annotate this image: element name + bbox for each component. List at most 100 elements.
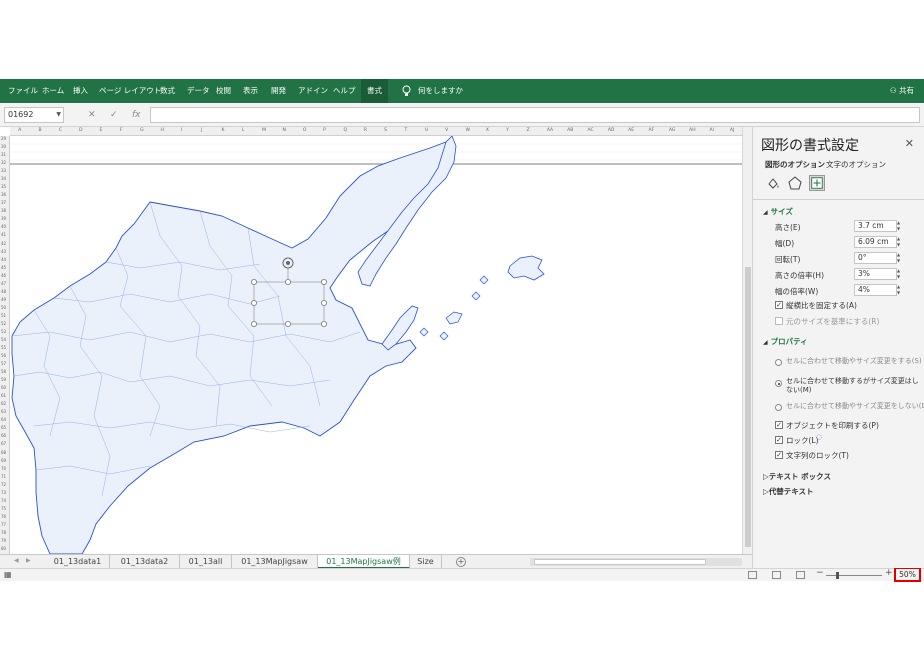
row-header[interactable]: 76 bbox=[1, 514, 6, 519]
column-header[interactable]: N bbox=[283, 128, 286, 133]
row-header[interactable]: 59 bbox=[1, 377, 6, 382]
insert-function-icon[interactable]: fx bbox=[132, 107, 141, 123]
row-header[interactable]: 51 bbox=[1, 313, 6, 318]
hscroll-thumb[interactable] bbox=[534, 559, 706, 565]
vertical-scrollbar[interactable] bbox=[742, 127, 752, 554]
row-header[interactable]: 47 bbox=[1, 281, 6, 286]
row-header[interactable]: 68 bbox=[1, 450, 6, 455]
row-header[interactable]: 53 bbox=[1, 329, 6, 334]
column-header[interactable]: S bbox=[384, 128, 387, 133]
row-header[interactable]: 69 bbox=[1, 458, 6, 463]
scale-width-spinner[interactable]: ▲ ▼ bbox=[897, 284, 903, 296]
row-header[interactable]: 57 bbox=[1, 361, 6, 366]
name-box[interactable]: 01692 ▼ bbox=[4, 107, 64, 123]
add-sheet-button[interactable]: + bbox=[456, 557, 466, 567]
row-header[interactable]: 78 bbox=[1, 530, 6, 535]
column-header[interactable]: AG bbox=[669, 128, 676, 133]
row-header[interactable]: 46 bbox=[1, 273, 6, 278]
print-object-checkbox[interactable]: ✓ bbox=[775, 421, 783, 429]
zoom-percentage[interactable]: 50% bbox=[894, 567, 921, 582]
row-header[interactable]: 71 bbox=[1, 474, 6, 479]
column-header[interactable]: D bbox=[79, 128, 82, 133]
tab-addins[interactable]: アドイン bbox=[298, 79, 328, 103]
width-spinner[interactable]: ▲ ▼ bbox=[897, 236, 903, 248]
row-header[interactable]: 42 bbox=[1, 241, 6, 246]
sheet-tab-all[interactable]: 01_13all bbox=[180, 555, 232, 569]
row-header[interactable]: 63 bbox=[1, 409, 6, 414]
column-header[interactable]: AB bbox=[567, 128, 573, 133]
column-header[interactable]: AI bbox=[710, 128, 714, 133]
scale-height-spinner[interactable]: ▲ ▼ bbox=[897, 268, 903, 280]
sheet-tab-data1[interactable]: 01_13data1 bbox=[46, 555, 110, 569]
share-button[interactable]: ⚇ 共有 bbox=[890, 79, 914, 103]
properties-section-header[interactable]: ◢ プロパティ bbox=[763, 336, 808, 347]
relative-original-checkbox[interactable] bbox=[775, 317, 783, 325]
row-header[interactable]: 33 bbox=[1, 168, 6, 173]
column-header[interactable]: AJ bbox=[730, 128, 734, 133]
normal-view-icon[interactable] bbox=[748, 571, 757, 579]
column-header[interactable]: P bbox=[323, 128, 326, 133]
row-header[interactable]: 62 bbox=[1, 401, 6, 406]
tab-data[interactable]: データ bbox=[187, 79, 210, 103]
row-header[interactable]: 54 bbox=[1, 337, 6, 342]
column-header[interactable]: O bbox=[303, 128, 307, 133]
zoom-slider[interactable] bbox=[826, 575, 882, 576]
sheet-tab-size[interactable]: Size bbox=[410, 555, 442, 569]
row-header[interactable]: 75 bbox=[1, 506, 6, 511]
move-size-radio[interactable] bbox=[775, 359, 782, 366]
column-header[interactable]: F bbox=[120, 128, 123, 133]
column-header[interactable]: AE bbox=[628, 128, 634, 133]
tab-file[interactable]: ファイル bbox=[8, 79, 38, 103]
tell-me-search[interactable]: 何をしますか bbox=[418, 79, 463, 103]
tab-view[interactable]: 表示 bbox=[243, 79, 258, 103]
row-header[interactable]: 35 bbox=[1, 184, 6, 189]
zoom-in-button[interactable]: + bbox=[885, 568, 893, 578]
row-header[interactable]: 77 bbox=[1, 522, 6, 527]
worksheet-grid[interactable]: A B C D E F G H I J K L M N O P Q R S T U V W X Y Z AA AB AC AD AE AF AG… bbox=[0, 127, 752, 554]
row-header[interactable]: 40 bbox=[1, 224, 6, 229]
locked-checkbox[interactable]: ✓ bbox=[775, 436, 783, 444]
column-header[interactable]: AA bbox=[547, 128, 553, 133]
sheet-next-icon[interactable]: ▶ bbox=[26, 557, 31, 564]
column-header[interactable]: Y bbox=[506, 128, 509, 133]
column-header[interactable]: M bbox=[262, 128, 266, 133]
scale-width-input[interactable]: 4% bbox=[854, 284, 897, 296]
no-move-radio[interactable] bbox=[775, 404, 782, 411]
row-header[interactable]: 50 bbox=[1, 305, 6, 310]
row-header[interactable]: 56 bbox=[1, 353, 6, 358]
tab-review[interactable]: 校閲 bbox=[216, 79, 231, 103]
close-icon[interactable]: ✕ bbox=[905, 137, 914, 150]
tab-developer[interactable]: 開発 bbox=[271, 79, 286, 103]
size-section-header[interactable]: ◢ サイズ bbox=[763, 206, 793, 217]
info-icon[interactable]: ◌ bbox=[816, 433, 822, 441]
hokkaido-map-shape[interactable] bbox=[10, 136, 742, 554]
rotation-input[interactable]: 0° bbox=[854, 252, 897, 264]
row-header[interactable]: 73 bbox=[1, 490, 6, 495]
row-header[interactable]: 43 bbox=[1, 249, 6, 254]
row-header[interactable]: 38 bbox=[1, 208, 6, 213]
column-header[interactable]: T bbox=[405, 128, 408, 133]
row-header[interactable]: 36 bbox=[1, 192, 6, 197]
chevron-down-icon[interactable]: ▼ bbox=[56, 108, 61, 122]
row-header[interactable]: 80 bbox=[1, 546, 6, 551]
row-header[interactable]: 44 bbox=[1, 257, 6, 262]
column-header[interactable]: K bbox=[222, 128, 225, 133]
textbox-section-header[interactable]: ▷テキスト ボックス bbox=[763, 471, 831, 482]
sheet-tab-data2[interactable]: 01_13data2 bbox=[110, 555, 180, 569]
tab-formulas[interactable]: 数式 bbox=[160, 79, 175, 103]
row-header[interactable]: 72 bbox=[1, 482, 6, 487]
scale-height-input[interactable]: 3% bbox=[854, 268, 897, 280]
tab-text-options[interactable]: 文字のオプション bbox=[826, 159, 886, 170]
row-header[interactable]: 70 bbox=[1, 466, 6, 471]
column-header[interactable]: U bbox=[425, 128, 428, 133]
row-header[interactable]: 30 bbox=[1, 144, 6, 149]
sheet-prev-icon[interactable]: ◀ bbox=[14, 557, 19, 564]
lock-aspect-checkbox[interactable]: ✓ bbox=[775, 301, 783, 309]
row-header[interactable]: 29 bbox=[1, 136, 6, 141]
row-header[interactable]: 49 bbox=[1, 297, 6, 302]
column-header[interactable]: V bbox=[445, 128, 448, 133]
row-header[interactable]: 37 bbox=[1, 200, 6, 205]
column-header[interactable]: J bbox=[201, 128, 202, 133]
tab-insert[interactable]: 挿入 bbox=[73, 79, 88, 103]
row-header[interactable]: 65 bbox=[1, 425, 6, 430]
